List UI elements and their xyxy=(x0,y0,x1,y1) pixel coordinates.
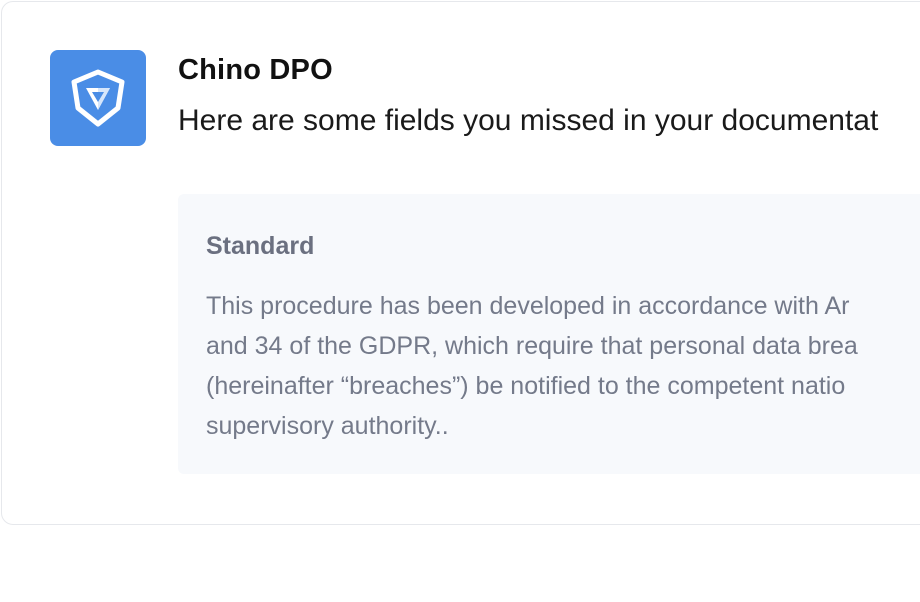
quote-body: This procedure has been developed in acc… xyxy=(206,286,858,446)
message-card: Chino DPO Here are some fields you misse… xyxy=(1,1,920,525)
quoted-block: Standard This procedure has been develop… xyxy=(178,194,920,474)
message-text: Here are some fields you missed in your … xyxy=(178,104,879,137)
sender-name: Chino DPO xyxy=(178,54,333,86)
viewport: Chino DPO Here are some fields you misse… xyxy=(0,0,920,602)
sender-avatar xyxy=(50,50,146,146)
quote-line: This procedure has been developed in acc… xyxy=(206,292,850,320)
quote-title: Standard xyxy=(206,232,315,260)
quote-line: and 34 of the GDPR, which require that p… xyxy=(206,332,858,360)
quote-line: supervisory authority.. xyxy=(206,412,449,440)
shield-logo-icon xyxy=(71,69,125,127)
quote-line: (hereinafter “breaches”) be notified to … xyxy=(206,372,846,400)
